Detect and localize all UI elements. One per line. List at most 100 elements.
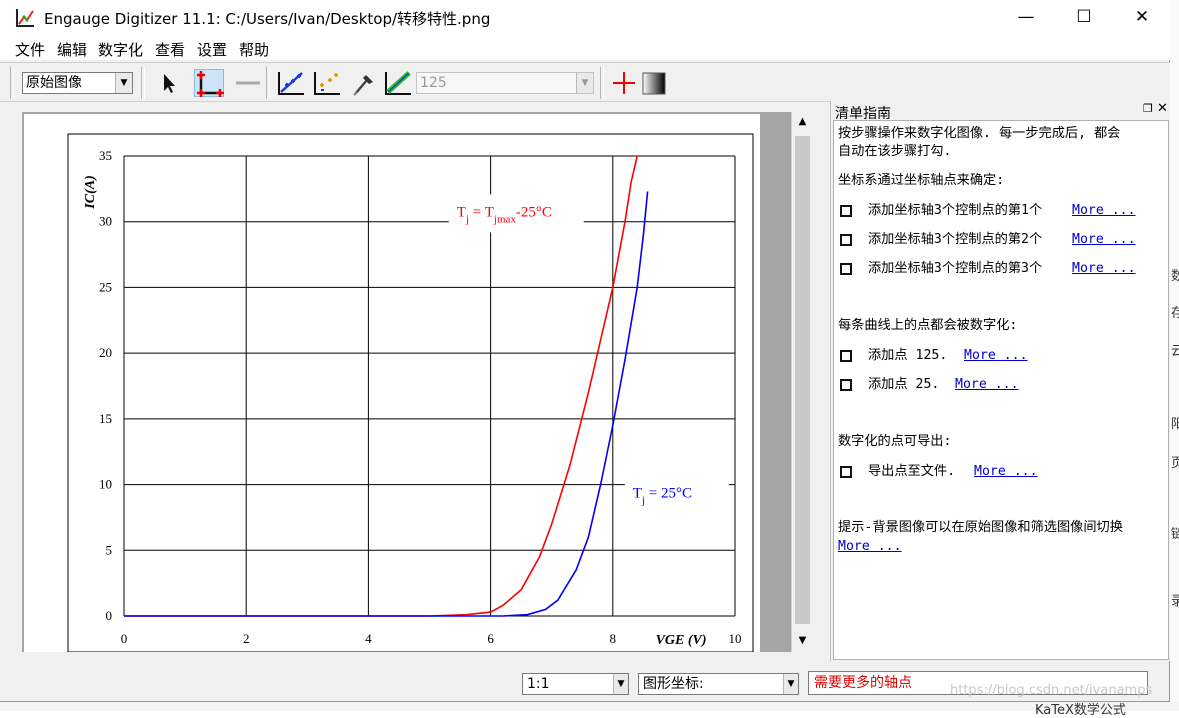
engauge-app-icon [16, 9, 34, 27]
close-button[interactable]: ✕ [1113, 0, 1171, 36]
checklist-panel: 清单指南 ❐ ✕ 按步骤操作来数字化图像. 每一步完成后, 都会 自动在该步骤打… [830, 101, 1170, 661]
scroll-down-button[interactable]: ▼ [792, 631, 813, 651]
pointer-arrow-icon [164, 74, 175, 93]
segment-fill-tool-button[interactable] [383, 69, 413, 97]
tip-text: 提示-背景图像可以在原始图像和筛选图像间切换 [838, 520, 1123, 535]
gradient-icon [642, 72, 666, 95]
minimize-icon: — [1017, 7, 1035, 27]
image-frame [67, 133, 754, 653]
menu-file[interactable]: 文件 [15, 39, 45, 60]
panel-close-icon[interactable]: ✕ [1157, 101, 1168, 116]
x-tick-label: 0 [121, 631, 128, 646]
zoom-value: 1:1 [527, 676, 550, 692]
arrow-up-icon: ▲ [798, 116, 807, 127]
axis-point-icon [197, 71, 224, 97]
more-link[interactable]: More ... [838, 538, 902, 556]
menu-settings[interactable]: 设置 [197, 39, 227, 60]
axis-point-3-label: 添加坐标轴3个控制点的第3个 [868, 261, 1043, 276]
menu-digitize[interactable]: 数字化 [98, 39, 143, 60]
title-bar: Engauge Digitizer 11.1: C:/Users/Ivan/De… [0, 0, 1170, 36]
y-axis-label: IC(A) [83, 175, 98, 209]
axis-point-tool-button[interactable] [194, 69, 224, 97]
gradient-toggle-button[interactable] [640, 69, 670, 97]
engauge-window: Engauge Digitizer 11.1: C:/Users/Ivan/De… [0, 0, 1170, 702]
point-match-icon [314, 72, 340, 95]
x-tick-label: 8 [610, 631, 617, 646]
series-line-2 [124, 191, 649, 617]
menu-help[interactable]: 帮助 [239, 39, 269, 60]
more-link[interactable]: More ... [1072, 202, 1136, 220]
crosshair-toggle-button[interactable] [609, 69, 639, 97]
canvas-vertical-scrollbar[interactable]: ▲ ▼ [791, 112, 813, 652]
axis-point-2-label: 添加坐标轴3个控制点的第2个 [868, 232, 1043, 247]
background-text: 存 [1171, 306, 1179, 321]
checklist-intro: 按步骤操作来数字化图像. 每一步完成后, 都会 [838, 126, 1121, 141]
image-page: 0 5 10 15 20 25 30 35 0 2 4 6 8 10 IC(A) VGE (V) Tj = Tj… [24, 114, 760, 653]
background-text: 数 [1171, 269, 1179, 284]
toolbar-grip[interactable] [266, 67, 270, 99]
y-tick-label: 35 [99, 148, 112, 163]
point-match-tool-button[interactable] [312, 69, 342, 97]
background-window-edge [0, 702, 1179, 711]
more-link[interactable]: More ... [1072, 231, 1136, 249]
curve-select-value: 125 [420, 75, 447, 91]
scroll-thumb[interactable] [795, 136, 810, 624]
background-text: 链 [1171, 527, 1179, 542]
coords-mode-value: 图形坐标: [643, 676, 704, 692]
axis-point-1-label: 添加坐标轴3个控制点的第1个 [868, 203, 1043, 218]
curve-125-checkbox [840, 350, 852, 362]
axes-section-header: 坐标系通过坐标轴点来确定: [838, 173, 1005, 188]
select-tool-button[interactable] [153, 69, 183, 97]
arrow-down-icon: ▼ [798, 635, 807, 646]
more-link[interactable]: More ... [1072, 260, 1136, 278]
watermark-text: https://blog.csdn.net/ivanamps [950, 683, 1153, 698]
chevron-down-icon: ▼ [613, 674, 628, 694]
more-link[interactable]: More ... [955, 376, 1019, 394]
scale-bar-tool-button[interactable] [233, 69, 263, 97]
y-tick-label: 30 [99, 214, 112, 229]
y-tick-label: 5 [106, 542, 113, 557]
menu-edit[interactable]: 编辑 [57, 39, 87, 60]
maximize-button[interactable]: ☐ [1055, 0, 1113, 36]
background-text: 云 [1171, 344, 1179, 359]
close-icon: ✕ [1134, 7, 1150, 27]
chart: 051015202530350 2 4 6 8 10IC(A)VGE (V)Tj = Tj… [67, 133, 754, 653]
menu-view[interactable]: 查看 [155, 39, 185, 60]
curve-point-tool-button[interactable] [276, 69, 306, 97]
curves-section-header: 每条曲线上的点都会被数字化: [838, 318, 1018, 333]
coords-mode-select[interactable]: 图形坐标: ▼ [638, 673, 799, 695]
scroll-up-button[interactable]: ▲ [792, 112, 813, 132]
toolbar-grip[interactable] [600, 67, 604, 99]
more-link[interactable]: More ... [974, 463, 1038, 481]
segment-fill-icon [385, 71, 411, 95]
zoom-select[interactable]: 1:1 ▼ [522, 673, 629, 695]
crosshair-icon [613, 72, 635, 94]
x-tick-label: 2 [243, 631, 250, 646]
curve-125-label: 添加点 125. [868, 348, 948, 363]
y-tick-label: 15 [99, 411, 112, 426]
minimize-button[interactable]: — [997, 0, 1055, 36]
export-label: 导出点至文件. [868, 464, 956, 479]
background-text: 录 [1171, 594, 1179, 609]
curve-25-label: 添加点 25. [868, 377, 940, 392]
float-icon[interactable]: ❐ [1143, 102, 1153, 115]
toolbar: 原始图像 ▼ 125 ▼ [0, 62, 1170, 102]
x-tick-label: 10 [729, 631, 742, 646]
toolbar-grip[interactable] [10, 67, 14, 99]
export-section-header: 数字化的点可导出: [838, 434, 952, 449]
background-text: 阳 [1171, 417, 1179, 432]
checklist-body: 按步骤操作来数字化图像. 每一步完成后, 都会 自动在该步骤打勾. 坐标系通过坐… [833, 120, 1169, 660]
toolbar-grip[interactable] [141, 67, 145, 99]
axis-point-3-checkbox [840, 263, 852, 275]
canvas-view[interactable]: 0 5 10 15 20 25 30 35 0 2 4 6 8 10 IC(A) VGE (V) Tj = Tj… [22, 112, 813, 653]
maximize-icon: ☐ [1076, 7, 1092, 27]
color-picker-tool-button[interactable] [348, 69, 378, 97]
background-image-select[interactable]: 原始图像 ▼ [22, 72, 133, 94]
more-link[interactable]: More ... [964, 347, 1028, 365]
axis-point-1-checkbox [840, 205, 852, 217]
scale-bar-icon [236, 81, 260, 85]
background-image-value: 原始图像 [26, 75, 82, 91]
checklist-intro: 自动在该步骤打勾. [838, 144, 952, 159]
window-title: Engauge Digitizer 11.1: C:/Users/Ivan/De… [44, 10, 491, 28]
curve-select[interactable]: 125 ▼ [416, 72, 594, 94]
